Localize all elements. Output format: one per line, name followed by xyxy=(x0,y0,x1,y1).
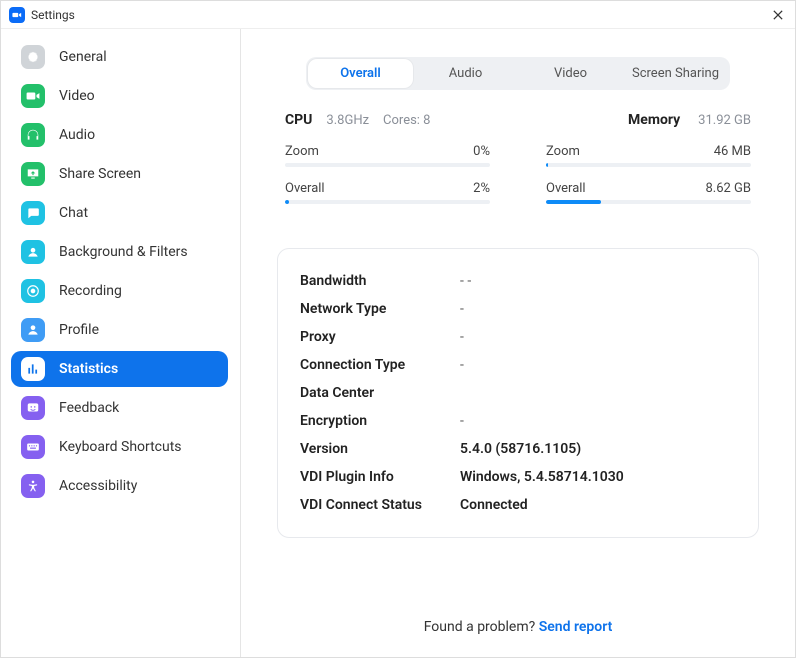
settings-sidebar: General Video Audio Share Screen Chat Ba… xyxy=(1,29,241,657)
memory-overall-meter: Overall 8.62 GB xyxy=(546,181,751,204)
sidebar-item-label: General xyxy=(59,49,107,65)
headphones-icon xyxy=(21,123,45,147)
sidebar-item-recording[interactable]: Recording xyxy=(11,273,228,309)
meter-label: Overall xyxy=(546,181,586,196)
cpu-section: CPU 3.8GHz Cores: 8 Zoom 0% Overall xyxy=(285,112,490,218)
feedback-icon xyxy=(21,396,45,420)
sidebar-item-label: Share Screen xyxy=(59,166,141,182)
sidebar-item-profile[interactable]: Profile xyxy=(11,312,228,348)
sidebar-item-share-screen[interactable]: Share Screen xyxy=(11,156,228,192)
recording-icon xyxy=(21,279,45,303)
sidebar-item-audio[interactable]: Audio xyxy=(11,117,228,153)
sidebar-item-statistics[interactable]: Statistics xyxy=(11,351,228,387)
sidebar-item-label: Audio xyxy=(59,127,95,143)
tab-overall[interactable]: Overall xyxy=(308,59,413,88)
meter-label: Zoom xyxy=(546,144,580,159)
memory-zoom-meter: Zoom 46 MB xyxy=(546,144,751,167)
sidebar-item-label: Statistics xyxy=(59,361,118,377)
footer: Found a problem? Send report xyxy=(277,599,759,639)
info-row-vdi-connect-status: VDI Connect Status Connected xyxy=(300,491,736,519)
sidebar-item-feedback[interactable]: Feedback xyxy=(11,390,228,426)
tab-screen-sharing[interactable]: Screen Sharing xyxy=(623,59,728,88)
sidebar-item-general[interactable]: General xyxy=(11,39,228,75)
sidebar-item-background-filters[interactable]: Background & Filters xyxy=(11,234,228,270)
close-icon xyxy=(773,10,783,20)
cpu-overall-meter: Overall 2% xyxy=(285,181,490,204)
background-filters-icon xyxy=(21,240,45,264)
sidebar-item-chat[interactable]: Chat xyxy=(11,195,228,231)
info-row-network-type: Network Type - xyxy=(300,295,736,323)
close-button[interactable] xyxy=(769,6,787,24)
sidebar-item-label: Keyboard Shortcuts xyxy=(59,439,182,455)
sidebar-item-keyboard-shortcuts[interactable]: Keyboard Shortcuts xyxy=(11,429,228,465)
connection-info-card: Bandwidth - - Network Type - Proxy - Con… xyxy=(277,248,759,538)
meter-label: Zoom xyxy=(285,144,319,159)
sidebar-item-label: Feedback xyxy=(59,400,119,416)
meter-value: 0% xyxy=(473,144,490,159)
memory-section: Memory 31.92 GB Zoom 46 MB Overall 8 xyxy=(546,112,751,218)
zoom-app-icon xyxy=(9,7,25,23)
share-screen-icon xyxy=(21,162,45,186)
info-row-connection-type: Connection Type - xyxy=(300,351,736,379)
sidebar-item-video[interactable]: Video xyxy=(11,78,228,114)
accessibility-icon xyxy=(21,474,45,498)
sidebar-item-label: Video xyxy=(59,88,95,104)
cpu-clock: 3.8GHz xyxy=(326,113,369,128)
titlebar: Settings xyxy=(1,1,795,29)
meter-value: 46 MB xyxy=(714,144,751,159)
sidebar-item-label: Background & Filters xyxy=(59,244,188,260)
statistics-icon xyxy=(21,357,45,381)
info-row-encryption: Encryption - xyxy=(300,407,736,435)
chat-icon xyxy=(21,201,45,225)
info-row-version: Version 5.4.0 (58716.1105) xyxy=(300,435,736,463)
sidebar-item-accessibility[interactable]: Accessibility xyxy=(11,468,228,504)
cpu-title: CPU xyxy=(285,112,312,128)
memory-total: 31.92 GB xyxy=(698,113,751,128)
info-row-bandwidth: Bandwidth - - xyxy=(300,267,736,295)
sidebar-item-label: Chat xyxy=(59,205,88,221)
info-row-proxy: Proxy - xyxy=(300,323,736,351)
statistics-panel: Overall Audio Video Screen Sharing CPU 3… xyxy=(241,29,795,657)
gear-icon xyxy=(21,45,45,69)
window-title: Settings xyxy=(31,8,75,22)
sidebar-item-label: Recording xyxy=(59,283,122,299)
keyboard-icon xyxy=(21,435,45,459)
info-row-data-center: Data Center xyxy=(300,379,736,407)
tab-audio[interactable]: Audio xyxy=(413,59,518,88)
cpu-zoom-meter: Zoom 0% xyxy=(285,144,490,167)
video-icon xyxy=(21,84,45,108)
send-report-link[interactable]: Send report xyxy=(539,619,613,635)
stats-tabbar: Overall Audio Video Screen Sharing xyxy=(306,57,730,90)
tab-video[interactable]: Video xyxy=(518,59,623,88)
sidebar-item-label: Accessibility xyxy=(59,478,137,494)
meter-value: 8.62 GB xyxy=(705,181,751,196)
cpu-cores: Cores: 8 xyxy=(383,113,430,128)
footer-prompt: Found a problem? xyxy=(424,619,539,635)
meter-label: Overall xyxy=(285,181,325,196)
info-row-vdi-plugin: VDI Plugin Info Windows, 5.4.58714.1030 xyxy=(300,463,736,491)
memory-title: Memory xyxy=(628,112,680,128)
sidebar-item-label: Profile xyxy=(59,322,99,338)
meter-value: 2% xyxy=(473,181,490,196)
profile-icon xyxy=(21,318,45,342)
